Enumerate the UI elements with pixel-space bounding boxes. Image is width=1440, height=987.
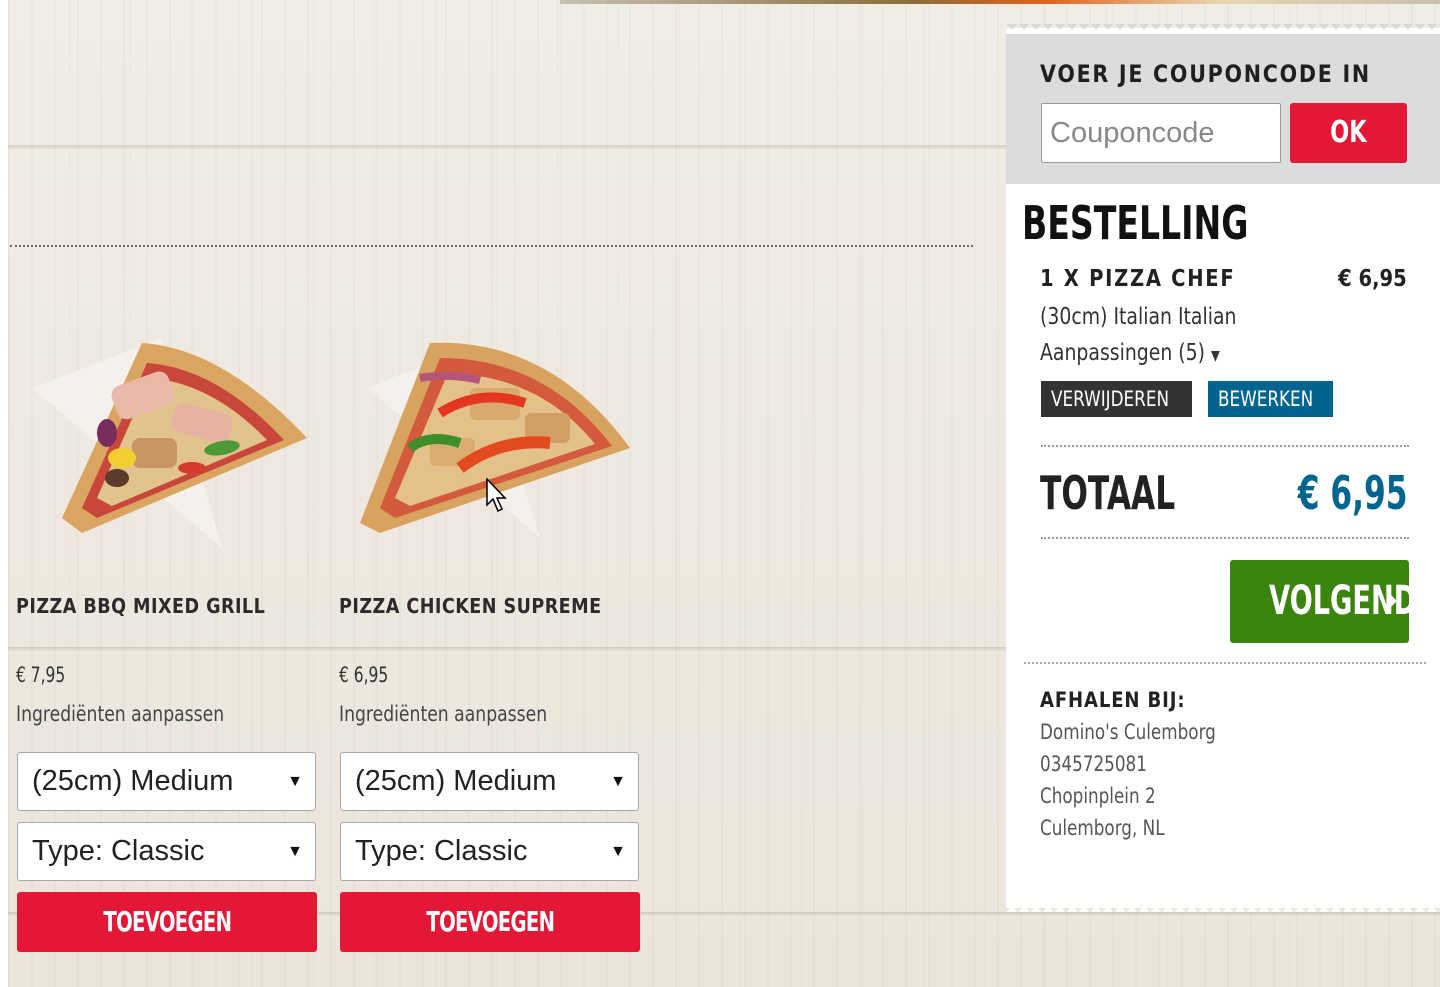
coupon-ok-button[interactable]: OK	[1290, 103, 1407, 163]
caret-down-icon: ▼	[610, 773, 626, 790]
divider	[1041, 537, 1409, 539]
order-item-details: (30cm) Italian Italian	[1040, 304, 1237, 330]
caret-down-icon: ▼	[287, 843, 303, 860]
order-item-price: € 6,95	[1338, 266, 1407, 292]
chevron-right-icon	[1388, 592, 1397, 610]
order-title: BESTELLING	[1022, 196, 1249, 250]
divider	[1041, 445, 1409, 447]
header-banner-edge	[560, 0, 1440, 4]
add-to-order-button[interactable]: TOEVOEGEN	[340, 892, 640, 952]
pizza-image[interactable]	[22, 318, 312, 548]
total-value: € 6,95	[1298, 466, 1408, 520]
edit-item-label: BEWERKEN	[1218, 387, 1314, 411]
product-name: PIZZA CHICKEN SUPREME	[339, 594, 602, 618]
pickup-store: Domino's Culemborg	[1040, 720, 1216, 744]
product-name: PIZZA BBQ MIXED GRILL	[16, 594, 266, 618]
order-item-adjustments-toggle[interactable]: Aanpassingen (5) ▼	[1040, 340, 1220, 366]
add-to-order-label: TOEVOEGEN	[426, 905, 555, 938]
crust-type-select-value: Type: Classic	[355, 835, 528, 867]
coupon-code-input[interactable]: Couponcode	[1041, 103, 1281, 163]
pickup-title: AFHALEN BIJ:	[1040, 688, 1186, 712]
mouse-pointer-icon	[486, 478, 507, 513]
remove-item-button[interactable]: VERWIJDEREN	[1041, 381, 1192, 417]
caret-down-icon: ▼	[287, 773, 303, 790]
product-price: € 7,95	[16, 663, 66, 687]
crust-type-select[interactable]: Type: Classic ▼	[340, 822, 639, 881]
product-price: € 6,95	[339, 663, 389, 687]
edit-item-button[interactable]: BEWERKEN	[1208, 381, 1333, 417]
size-select[interactable]: (25cm) Medium ▼	[17, 752, 316, 811]
coupon-title: VOER JE COUPONCODE IN	[1040, 60, 1371, 88]
sidebar-zigzag-top	[1006, 24, 1440, 36]
divider	[1024, 662, 1426, 664]
caret-down-icon: ▼	[610, 843, 626, 860]
customize-ingredients-link[interactable]: Ingrediënten aanpassen	[339, 702, 547, 726]
sidebar-zigzag-bottom	[1006, 900, 1440, 912]
size-select[interactable]: (25cm) Medium ▼	[340, 752, 639, 811]
crust-type-select-value: Type: Classic	[32, 835, 205, 867]
add-to-order-button[interactable]: TOEVOEGEN	[17, 892, 317, 952]
page-left-margin	[0, 0, 8, 987]
section-divider	[10, 245, 973, 247]
coupon-ok-label: OK	[1330, 115, 1367, 150]
remove-item-label: VERWIJDEREN	[1051, 387, 1170, 411]
order-item-name: 1 X PIZZA CHEF	[1040, 266, 1236, 292]
caret-down-icon: ▼	[1211, 348, 1220, 364]
customize-ingredients-link[interactable]: Ingrediënten aanpassen	[16, 702, 224, 726]
size-select-value: (25cm) Medium	[32, 765, 234, 797]
pickup-street: Chopinplein 2	[1040, 784, 1156, 808]
pickup-city: Culemborg, NL	[1040, 816, 1165, 840]
adjustments-label: Aanpassingen (5)	[1040, 340, 1206, 366]
size-select-value: (25cm) Medium	[355, 765, 557, 797]
total-label: TOTAAL	[1040, 466, 1176, 520]
next-step-button[interactable]: VOLGENDE	[1230, 560, 1435, 643]
next-step-label: VOLGENDE	[1269, 578, 1435, 624]
add-to-order-label: TOEVOEGEN	[103, 905, 232, 938]
crust-type-select[interactable]: Type: Classic ▼	[17, 822, 316, 881]
pickup-phone: 0345725081	[1040, 752, 1147, 776]
